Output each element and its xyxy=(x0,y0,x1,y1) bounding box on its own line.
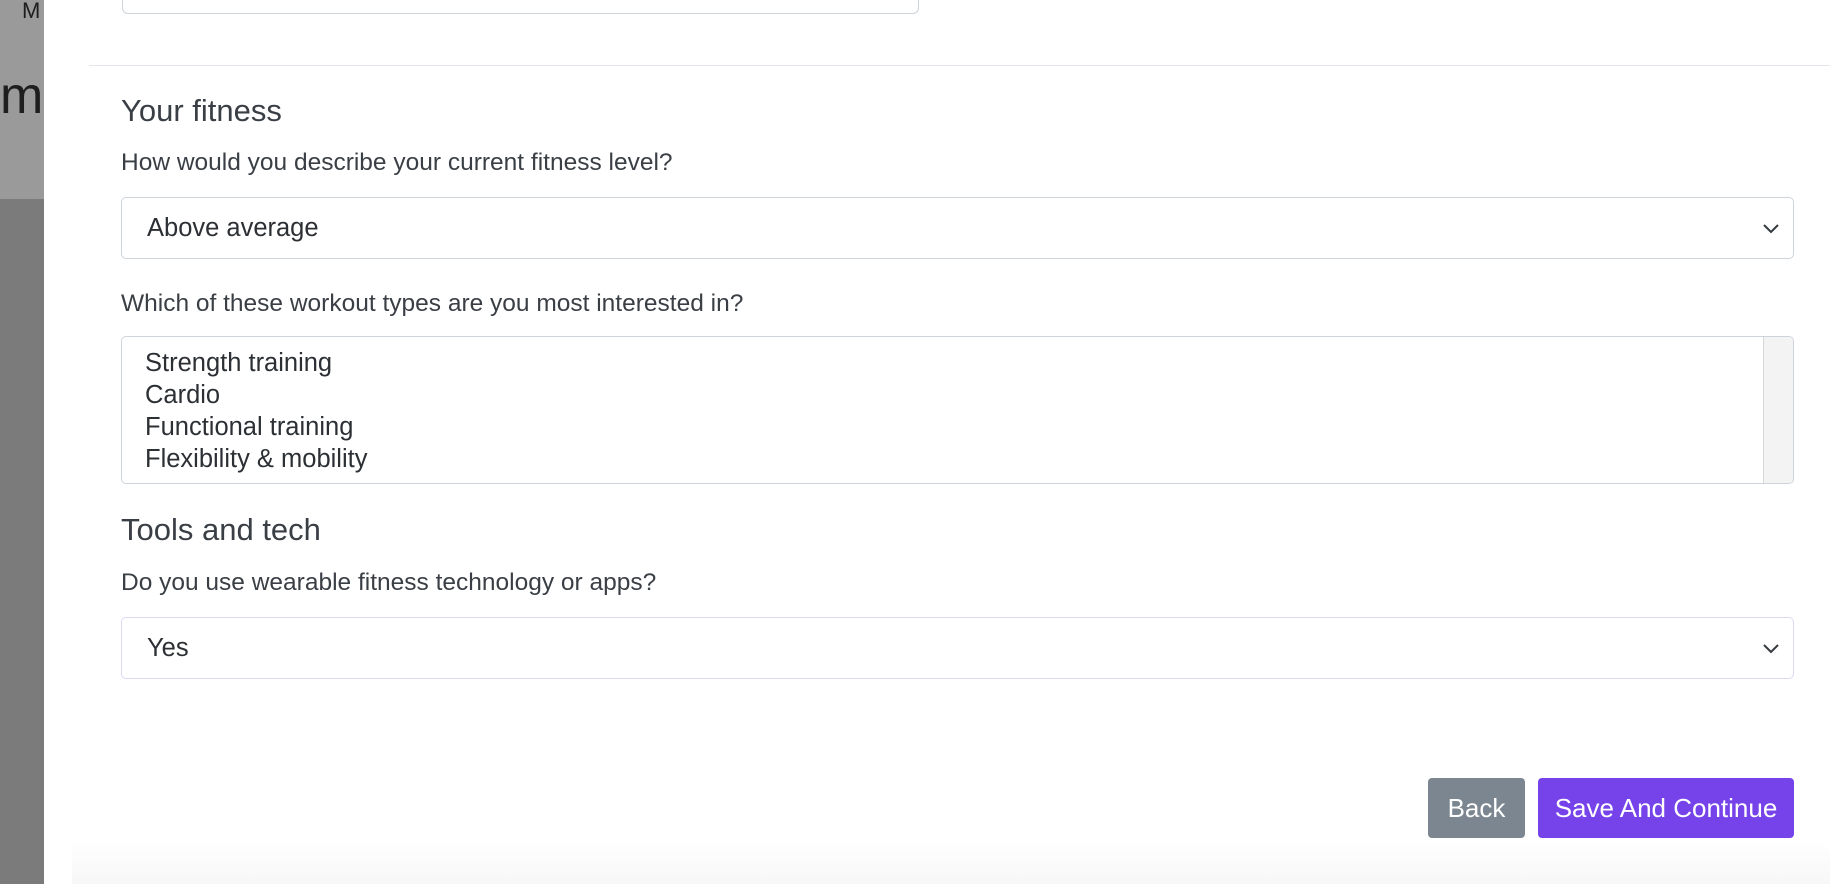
fitness-level-select[interactable]: Above average xyxy=(121,197,1794,259)
workout-option-cardio[interactable]: Cardio xyxy=(145,379,367,411)
workout-options-list: Strength training Cardio Functional trai… xyxy=(145,347,367,475)
wearable-select[interactable]: Yes xyxy=(121,617,1794,679)
chevron-down-icon xyxy=(1763,224,1779,234)
back-button[interactable]: Back xyxy=(1428,778,1525,838)
modal-backdrop: M m xyxy=(0,0,44,884)
workout-option-functional[interactable]: Functional training xyxy=(145,411,367,443)
save-and-continue-button[interactable]: Save And Continue xyxy=(1538,778,1794,838)
fitness-level-question: How would you describe your current fitn… xyxy=(121,149,673,176)
previous-input-field[interactable] xyxy=(122,0,919,14)
questionnaire-panel: Your fitness How would you describe your… xyxy=(44,0,1830,884)
chevron-down-icon xyxy=(1763,644,1779,654)
backdrop-text-large: m xyxy=(0,67,44,125)
section-divider xyxy=(89,65,1830,66)
panel-footer xyxy=(72,840,1830,884)
section-title-fitness: Your fitness xyxy=(121,93,282,128)
backdrop-text-small: M xyxy=(22,0,41,23)
workout-option-flexibility[interactable]: Flexibility & mobility xyxy=(145,443,367,475)
fitness-level-value: Above average xyxy=(147,213,319,242)
workout-types-listbox[interactable]: Strength training Cardio Functional trai… xyxy=(121,336,1794,484)
workout-option-strength[interactable]: Strength training xyxy=(145,347,367,379)
wearable-value: Yes xyxy=(147,633,189,662)
listbox-scrollbar[interactable] xyxy=(1763,337,1793,483)
section-title-tools: Tools and tech xyxy=(121,512,321,547)
wearable-question: Do you use wearable fitness technology o… xyxy=(121,569,657,596)
workout-types-question: Which of these workout types are you mos… xyxy=(121,290,744,317)
